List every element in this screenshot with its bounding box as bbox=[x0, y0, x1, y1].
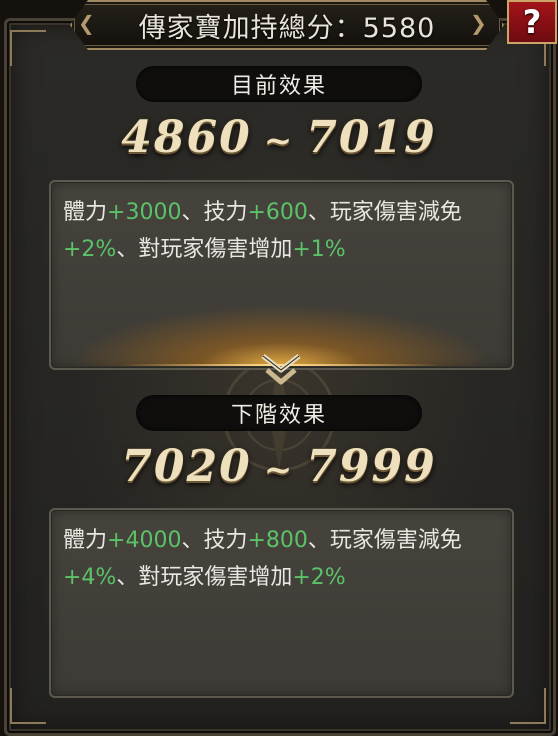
corner-ornament bbox=[510, 688, 546, 724]
effect-text: 、技力 bbox=[181, 200, 248, 225]
next-range-separator: ~ bbox=[263, 449, 295, 490]
effect-text: 、對玩家傷害增加 bbox=[116, 565, 293, 590]
next-effect-box: 體力+4000、技力+800、玩家傷害減免 +4%、對玩家傷害增加+2% bbox=[49, 508, 514, 698]
corner-ornament bbox=[10, 30, 46, 66]
current-range-separator: ~ bbox=[263, 120, 295, 161]
next-effect-line-2: +4%、對玩家傷害增加+2% bbox=[63, 559, 502, 596]
next-effect-header: 下階效果 bbox=[136, 395, 422, 431]
bonus-value: +2% bbox=[292, 565, 346, 590]
bonus-value: +600 bbox=[247, 200, 308, 225]
total-score-banner: 傳家寶加持總分：5580 bbox=[70, 0, 504, 50]
current-effect-line-1: 體力+3000、技力+600、玩家傷害減免 bbox=[63, 194, 502, 231]
current-range-max: 7019 bbox=[306, 112, 437, 163]
total-score-title: 傳家寶加持總分：5580 bbox=[138, 12, 436, 44]
effect-text: 、對玩家傷害增加 bbox=[116, 237, 293, 262]
current-range-min: 4860 bbox=[121, 112, 252, 163]
effect-text: 、玩家傷害減免 bbox=[307, 200, 462, 225]
next-range-max: 7999 bbox=[306, 441, 437, 492]
question-mark-icon: ? bbox=[522, 3, 542, 41]
effect-text: 體力 bbox=[63, 528, 108, 553]
bonus-value: +4000 bbox=[107, 528, 182, 553]
current-effect-box: 體力+3000、技力+600、玩家傷害減免 +2%、對玩家傷害增加+1% bbox=[49, 180, 514, 370]
current-effect-header: 目前效果 bbox=[136, 66, 422, 102]
total-score-value: 5580 bbox=[362, 12, 436, 44]
bonus-value: +2% bbox=[63, 237, 117, 262]
current-score-range: 4860 ~7019 bbox=[0, 112, 558, 163]
effect-text: 、技力 bbox=[181, 528, 248, 553]
help-button[interactable]: ? bbox=[507, 0, 557, 44]
bonus-value: +3000 bbox=[107, 200, 182, 225]
next-range-min: 7020 bbox=[121, 441, 252, 492]
next-effect-line-1: 體力+4000、技力+800、玩家傷害減免 bbox=[63, 522, 502, 559]
effect-text: 體力 bbox=[63, 200, 108, 225]
effect-text: 、玩家傷害減免 bbox=[307, 528, 462, 553]
double-chevron-down-icon bbox=[261, 354, 301, 385]
current-effect-line-2: +2%、對玩家傷害增加+1% bbox=[63, 231, 502, 268]
bonus-value: +4% bbox=[63, 565, 117, 590]
chevron-right-icon: ❯ bbox=[470, 11, 487, 35]
next-score-range: 7020 ~7999 bbox=[0, 441, 558, 492]
chevron-left-icon: ❮ bbox=[78, 11, 95, 35]
bonus-value: +800 bbox=[247, 528, 308, 553]
bonus-value: +1% bbox=[292, 237, 346, 262]
corner-ornament bbox=[10, 688, 46, 724]
